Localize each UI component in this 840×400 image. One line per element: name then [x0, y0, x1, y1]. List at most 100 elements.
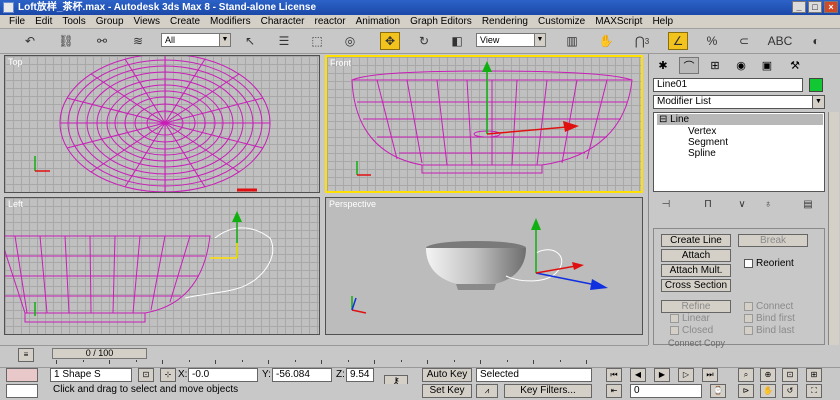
angle-snap-toggle-icon[interactable]: ∠ [668, 32, 688, 50]
stack-item-vertex[interactable]: Vertex [688, 126, 716, 137]
maxscript-listener-pink[interactable] [6, 368, 38, 382]
menu-reactor[interactable]: reactor [315, 15, 346, 28]
menu-rendering[interactable]: Rendering [482, 15, 528, 28]
selection-filter-dropdown[interactable]: All ▼ [161, 33, 231, 47]
hierarchy-tab-icon[interactable]: ⊞ [705, 57, 725, 74]
select-object-icon[interactable]: ↖ [240, 32, 260, 50]
viewport-front[interactable]: Front [325, 55, 643, 193]
stack-item-segment[interactable]: Segment [688, 137, 728, 148]
reorient-checkbox[interactable]: Reorient [744, 258, 794, 269]
linear-checkbox[interactable]: Linear [670, 313, 710, 324]
modify-tab-icon[interactable]: ⌒ [679, 57, 699, 74]
remove-modifier-icon[interactable]: ♁ [759, 198, 777, 212]
go-to-start-icon[interactable]: ⏮ [606, 368, 622, 382]
menu-views[interactable]: Views [134, 15, 161, 28]
pivot-center-icon[interactable]: ▥ [562, 32, 582, 50]
key-mode-dropdown[interactable]: Selected [476, 368, 592, 382]
key-mode-toggle-icon[interactable]: ⇤ [606, 384, 622, 398]
menu-tools[interactable]: Tools [62, 15, 85, 28]
closed-checkbox[interactable]: Closed [670, 325, 713, 336]
zoom-icon[interactable]: ⌕ [738, 368, 754, 382]
tangent-icon[interactable]: ⩘ [476, 384, 498, 398]
menu-graph-editors[interactable]: Graph Editors [410, 15, 472, 28]
arc-rotate-icon[interactable]: ↺ [782, 384, 798, 398]
create-tab-icon[interactable]: ✱ [653, 57, 673, 74]
time-slider[interactable]: 0 / 100 [52, 348, 147, 359]
selection-lock-icon[interactable]: ⊡ [138, 368, 154, 382]
close-button[interactable]: × [824, 1, 838, 13]
utilities-tab-icon[interactable]: ⚒ [785, 57, 805, 74]
select-and-link-icon[interactable]: ⛓ [56, 32, 76, 50]
maximize-button[interactable]: □ [808, 1, 822, 13]
snaps-toggle-icon[interactable]: ⋂ 3 [632, 32, 652, 50]
maxscript-listener-white[interactable] [6, 384, 38, 398]
next-frame-icon[interactable]: ▷ [678, 368, 694, 382]
go-to-end-icon[interactable]: ⏭ [702, 368, 718, 382]
motion-tab-icon[interactable]: ◉ [731, 57, 751, 74]
select-and-rotate-icon[interactable]: ↻ [414, 32, 434, 50]
mirror-icon[interactable]: ◐ [806, 32, 826, 50]
select-and-scale-icon[interactable]: ◧ [447, 32, 467, 50]
stack-item-spline[interactable]: Spline [688, 148, 716, 159]
select-and-move-icon[interactable]: ✥ [380, 32, 400, 50]
cross-section-button[interactable]: Cross Section [661, 279, 731, 292]
pan-icon[interactable]: ✋ [760, 384, 776, 398]
named-selection-icon[interactable]: ABC [768, 32, 793, 50]
zoom-all-icon[interactable]: ⊕ [760, 368, 776, 382]
select-and-manipulate-icon[interactable]: ✋ [596, 32, 616, 50]
attach-mult-button[interactable]: Attach Mult. [661, 264, 731, 277]
menu-character[interactable]: Character [261, 15, 305, 28]
window-crossing-icon[interactable]: ◎ [340, 32, 360, 50]
viewport-left[interactable]: Left [4, 197, 320, 335]
bind-last-checkbox[interactable]: Bind last [744, 325, 794, 336]
display-tab-icon[interactable]: ▣ [757, 57, 777, 74]
spinner-snap-toggle-icon[interactable]: ⊂ [734, 32, 754, 50]
menu-edit[interactable]: Edit [35, 15, 52, 28]
field-of-view-icon[interactable]: ⊳ [738, 384, 754, 398]
menu-maxscript[interactable]: MAXScript [595, 15, 642, 28]
pin-stack-icon[interactable]: ⊣ [657, 198, 675, 212]
y-coordinate-field[interactable]: -56.084 [272, 368, 332, 382]
break-button[interactable]: Break [738, 234, 808, 247]
make-unique-icon[interactable]: ∨ [733, 198, 751, 212]
zoom-extents-all-icon[interactable]: ⊞ [806, 368, 822, 382]
menu-help[interactable]: Help [652, 15, 673, 28]
unlink-icon[interactable]: ⚯ [92, 32, 112, 50]
menu-file[interactable]: File [9, 15, 25, 28]
attach-button[interactable]: Attach [661, 249, 731, 262]
rectangular-selection-icon[interactable]: ⬚ [307, 32, 327, 50]
select-by-name-icon[interactable]: ☰ [274, 32, 294, 50]
play-icon[interactable]: ▶ [654, 368, 670, 382]
minimize-button[interactable]: _ [792, 1, 806, 13]
bind-first-checkbox[interactable]: Bind first [744, 313, 795, 324]
modifier-list-dropdown[interactable]: Modifier List ▼ [653, 95, 825, 109]
viewport-top[interactable]: Top [4, 55, 320, 193]
zoom-extents-icon[interactable]: ⊡ [782, 368, 798, 382]
menu-group[interactable]: Group [96, 15, 124, 28]
menu-modifiers[interactable]: Modifiers [210, 15, 251, 28]
undo-icon[interactable]: ↶ [20, 32, 40, 50]
stack-item-line[interactable]: ⊟ Line [657, 114, 823, 125]
mini-curve-editor-icon[interactable]: ≡ [18, 348, 34, 362]
menu-customize[interactable]: Customize [538, 15, 585, 28]
connect-checkbox[interactable]: Connect [744, 301, 793, 312]
x-coordinate-field[interactable]: -0.0 [188, 368, 258, 382]
bind-space-warp-icon[interactable]: ≋ [128, 32, 148, 50]
percent-snap-toggle-icon[interactable]: % [702, 32, 722, 50]
reference-coordinate-dropdown[interactable]: View ▼ [476, 33, 546, 47]
current-frame-field[interactable]: 0 [630, 384, 702, 398]
z-coordinate-field[interactable]: 9.54 [346, 368, 374, 382]
auto-key-button[interactable]: Auto Key [422, 368, 472, 382]
create-line-button[interactable]: Create Line [661, 234, 731, 247]
object-name-field[interactable]: Line01 [653, 78, 803, 92]
set-key-button[interactable]: Set Key [422, 384, 472, 398]
absolute-mode-icon[interactable]: ⊹ [160, 368, 176, 382]
menu-animation[interactable]: Animation [356, 15, 400, 28]
command-panel-scrollbar[interactable] [828, 112, 839, 345]
time-configuration-icon[interactable]: ⌚ [710, 384, 726, 398]
key-filters-button[interactable]: Key Filters... [504, 384, 592, 398]
viewport-perspective[interactable]: Perspective [325, 197, 643, 335]
show-end-result-icon[interactable]: Π [699, 198, 717, 212]
refine-button[interactable]: Refine [661, 300, 731, 313]
previous-frame-icon[interactable]: ◀ [630, 368, 646, 382]
